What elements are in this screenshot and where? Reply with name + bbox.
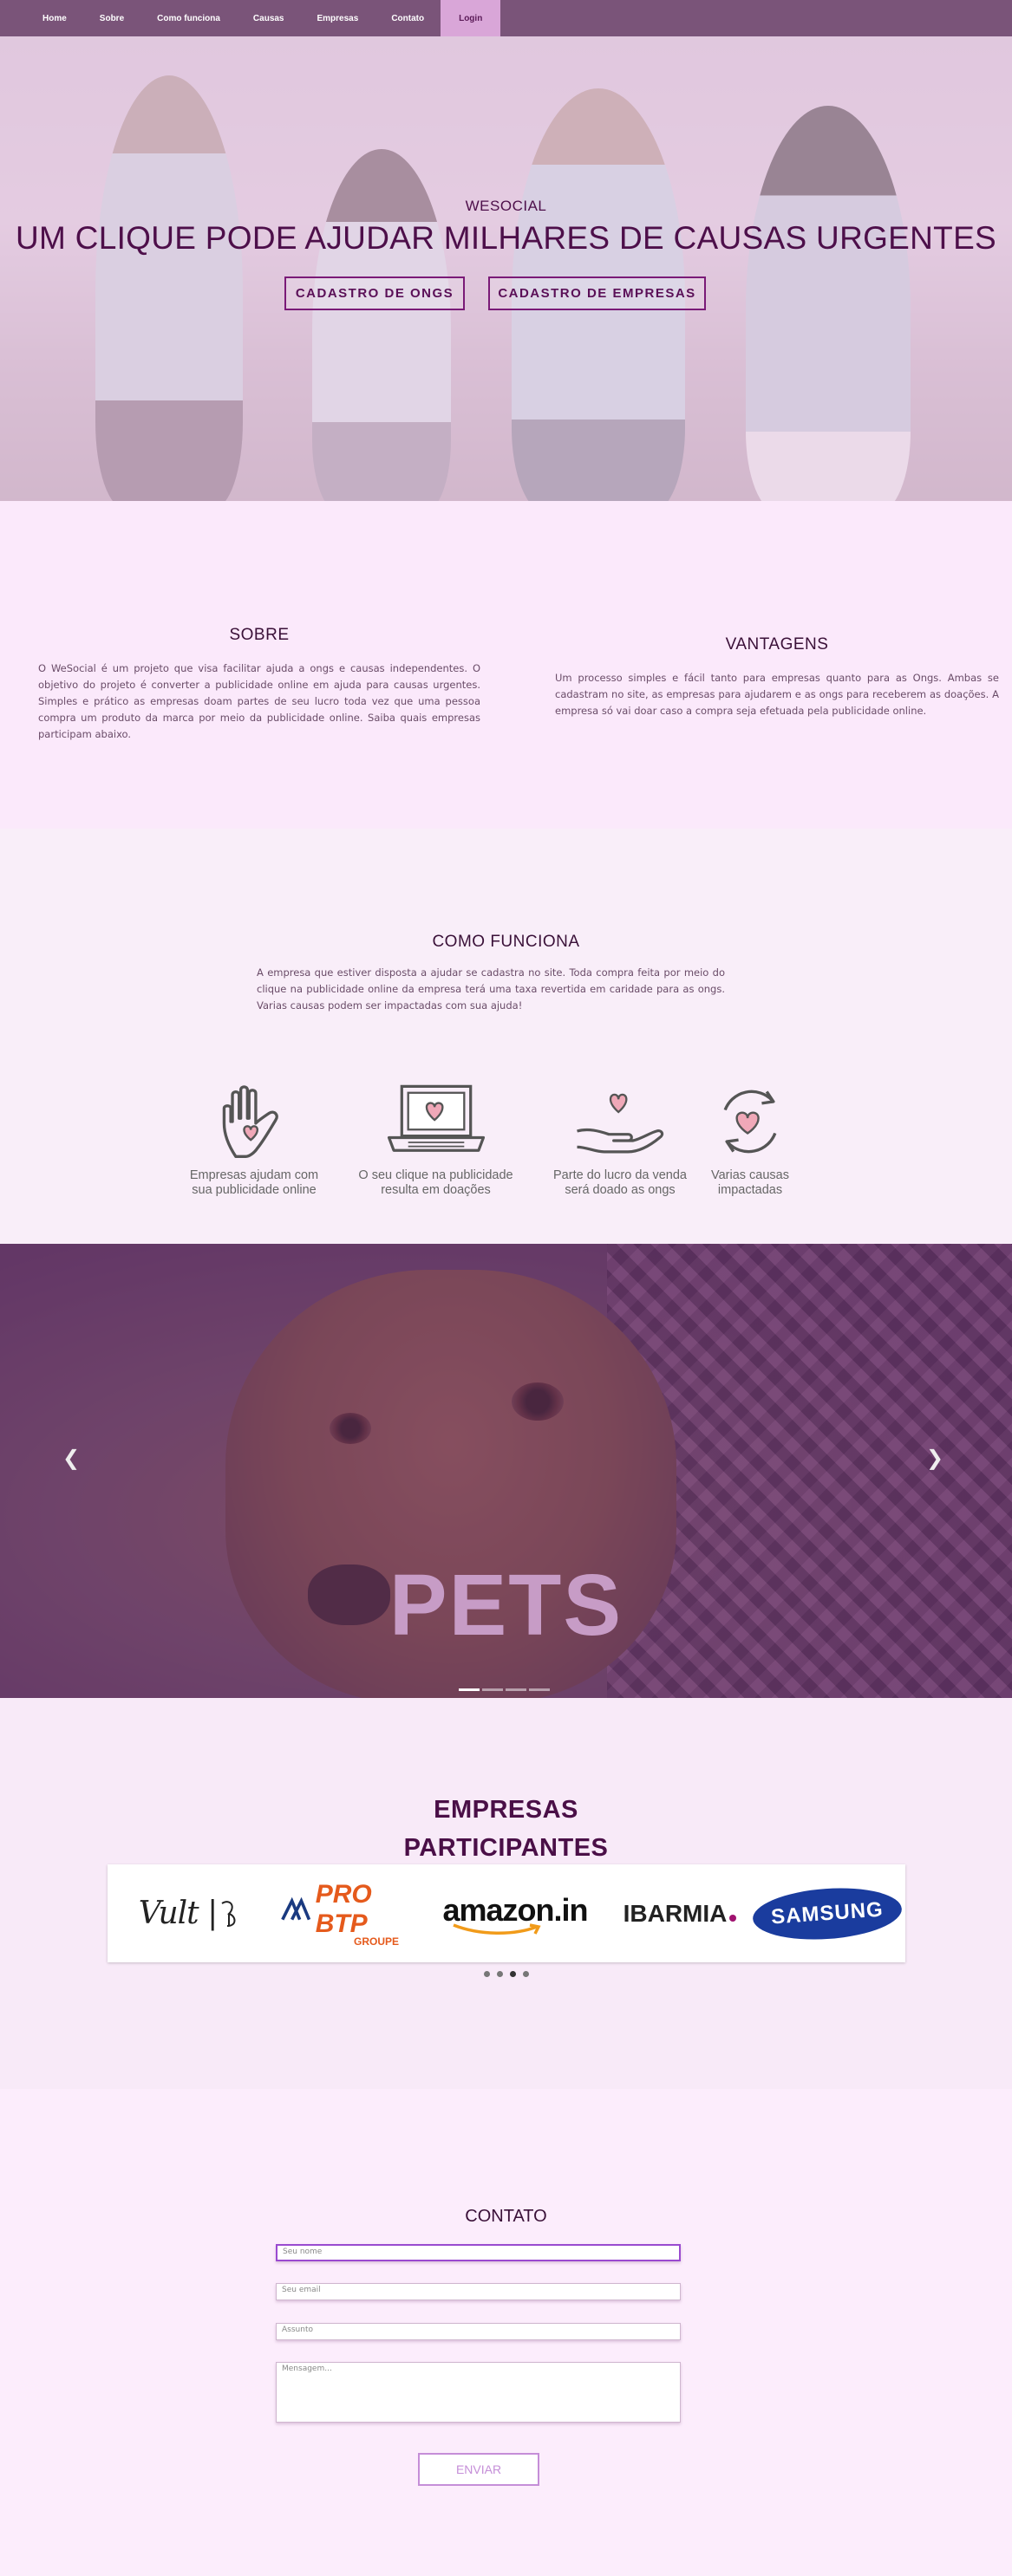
butterfly-icon xyxy=(221,1900,236,1927)
empresas-title-line2: PARTICIPANTES xyxy=(403,1834,609,1862)
nav-como-funciona[interactable]: Como funciona xyxy=(140,0,237,36)
hero-subtitle: WESOCIAL xyxy=(465,198,547,214)
logo-probtp[interactable]: PRO BTP GROUPE xyxy=(281,1864,420,1962)
vantagens-title: VANTAGENS xyxy=(725,635,829,654)
sobre-title: SOBRE xyxy=(229,626,290,644)
hand-heart-icon xyxy=(222,1085,278,1158)
step-2-label-line2: resulta em doações xyxy=(381,1183,491,1197)
logos-dot[interactable] xyxy=(496,1971,503,1977)
nav-causas[interactable]: Causas xyxy=(237,0,301,36)
step-empresas: Empresas ajudam com sua publicidade onli… xyxy=(176,1080,332,1198)
vantagens-text: Um processo simples e fácil tanto para e… xyxy=(555,672,999,717)
nav-login[interactable]: Login xyxy=(441,0,501,36)
logos-dot[interactable] xyxy=(522,1971,529,1977)
top-navbar: Home Sobre Como funciona Causas Empresas… xyxy=(0,0,1012,36)
contato-section: CONTATO Seu nome Seu email Assunto Mensa… xyxy=(0,2089,1012,2576)
logos-pagination xyxy=(0,1971,1012,1977)
step-1-label-line2: sua publicidade online xyxy=(192,1183,317,1197)
logos-dot[interactable] xyxy=(483,1971,490,1977)
ibarmia-dot-icon xyxy=(729,1914,737,1922)
cadastro-ongs-button[interactable]: CADASTRO DE ONGS xyxy=(284,276,465,310)
carousel-indicator[interactable] xyxy=(529,1688,550,1691)
cadastro-empresas-button[interactable]: CADASTRO DE EMPRESAS xyxy=(488,276,706,310)
laptop-heart-icon xyxy=(387,1084,485,1152)
name-input[interactable]: Seu nome xyxy=(276,2244,681,2261)
step-2-label-line1: O seu clique na publicidade xyxy=(358,1168,513,1182)
logo-vult[interactable]: Vult | xyxy=(121,1864,259,1962)
carousel-indicator[interactable] xyxy=(482,1688,503,1691)
step-1-label-line1: Empresas ajudam com xyxy=(189,1168,319,1182)
send-button[interactable]: ENVIAR xyxy=(418,2453,539,2486)
como-funciona-text: A empresa que estiver disposta a ajudar … xyxy=(257,966,725,1012)
empresas-title: EMPRESAS PARTICIPANTES xyxy=(0,1791,1012,1867)
subject-input[interactable]: Assunto xyxy=(276,2323,681,2340)
logo-ibarmia[interactable]: IBARMIA xyxy=(606,1864,754,1962)
logo-probtp-text: PRO BTP xyxy=(315,1879,372,1938)
step-clique: O seu clique na publicidade resulta em d… xyxy=(347,1080,525,1198)
nav-empresas[interactable]: Empresas xyxy=(301,0,375,36)
logo-samsung[interactable]: SAMSUNG xyxy=(750,1864,904,1962)
logos-carousel[interactable]: Vult | PRO BTP GROUPE amazon.in IBARMIA … xyxy=(108,1864,905,1962)
contato-title: CONTATO xyxy=(465,2207,547,2226)
causas-carousel[interactable]: PETS ❮ ❯ xyxy=(0,1244,1012,1698)
hero-overlay xyxy=(0,36,1012,501)
hero-section: WESOCIAL UM CLIQUE PODE AJUDAR MILHARES … xyxy=(0,36,1012,501)
palm-heart-icon xyxy=(577,1093,664,1154)
carousel-prev-button[interactable]: ❮ xyxy=(58,1441,84,1475)
step-4-label-line1: Varias causas xyxy=(711,1168,789,1182)
nav-contato[interactable]: Contato xyxy=(375,0,441,36)
logo-ibarmia-text: IBARMIA xyxy=(623,1899,728,1927)
carousel-indicator[interactable] xyxy=(506,1688,526,1691)
logo-samsung-text: SAMSUNG xyxy=(769,1897,885,1929)
step-4-label-line2: impactadas xyxy=(717,1183,783,1197)
logo-probtp-sub: GROUPE xyxy=(353,1935,399,1948)
probtp-mark-icon xyxy=(281,1896,311,1921)
logo-vult-text: Vult | xyxy=(138,1896,218,1931)
chevron-right-icon: ❯ xyxy=(925,1446,944,1470)
nav-home[interactable]: Home xyxy=(26,0,83,36)
sobre-vantagens-section: SOBRE O WeSocial é um projeto que visa f… xyxy=(0,501,1012,829)
logos-dot[interactable] xyxy=(509,1971,516,1977)
cycle-heart-icon xyxy=(723,1090,777,1154)
step-causas: Varias causas impactadas xyxy=(672,1080,828,1198)
hero-title: UM CLIQUE PODE AJUDAR MILHARES DE CAUSAS… xyxy=(15,220,997,256)
amazon-smile-icon xyxy=(453,1922,541,1935)
empresas-title-line1: EMPRESAS xyxy=(434,1796,578,1824)
chevron-left-icon: ❮ xyxy=(62,1446,81,1470)
sobre-text: O WeSocial é um projeto que visa facilit… xyxy=(38,662,480,740)
logo-amazon[interactable]: amazon.in xyxy=(433,1864,597,1962)
como-funciona-title: COMO FUNCIONA xyxy=(432,933,580,951)
email-input[interactable]: Seu email xyxy=(276,2283,681,2300)
carousel-caption: PETS xyxy=(388,1557,624,1654)
como-funciona-section: COMO FUNCIONA A empresa que estiver disp… xyxy=(0,829,1012,1244)
nav-sobre[interactable]: Sobre xyxy=(83,0,140,36)
message-textarea[interactable]: Mensagem... xyxy=(276,2362,681,2423)
carousel-indicator[interactable] xyxy=(459,1688,480,1691)
empresas-section: EMPRESAS PARTICIPANTES Vult | PRO BTP GR… xyxy=(0,1698,1012,2089)
carousel-next-button[interactable]: ❯ xyxy=(922,1441,948,1475)
